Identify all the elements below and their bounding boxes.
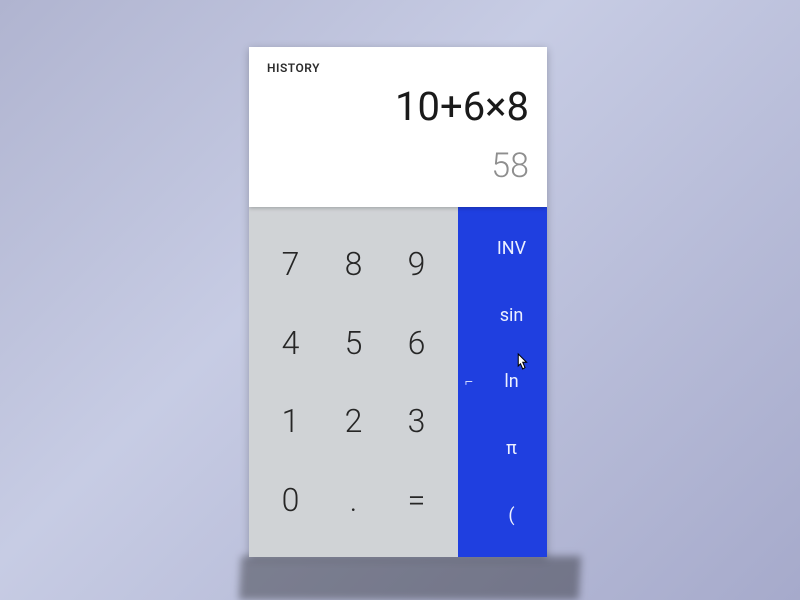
sci-left-3[interactable] <box>458 415 480 482</box>
key-1[interactable]: 1 <box>259 382 322 461</box>
key-5[interactable]: 5 <box>322 304 385 383</box>
result-readout: 58 <box>267 149 529 183</box>
key-0[interactable]: 0 <box>259 461 322 540</box>
display-panel: HISTORY 10+6×8 58 <box>249 47 547 207</box>
key-2[interactable]: 2 <box>322 382 385 461</box>
key-9[interactable]: 9 <box>385 225 448 304</box>
key-inv[interactable]: INV <box>480 215 543 282</box>
scientific-panel: INV sin ⌐ ln π ( <box>458 207 547 557</box>
history-button[interactable]: HISTORY <box>267 61 529 75</box>
sci-left-1[interactable] <box>458 282 480 349</box>
key-7[interactable]: 7 <box>259 225 322 304</box>
phone-shadow <box>239 556 581 600</box>
key-3[interactable]: 3 <box>385 382 448 461</box>
key-sin[interactable]: sin <box>480 282 543 349</box>
sci-left-4[interactable] <box>458 482 480 549</box>
key-equals[interactable]: = <box>385 461 448 540</box>
key-6[interactable]: 6 <box>385 304 448 383</box>
key-ln[interactable]: ln <box>480 349 543 416</box>
key-decimal[interactable]: . <box>322 461 385 540</box>
panel-drag-handle[interactable]: ⌐ <box>458 349 480 416</box>
calculator-app: HISTORY 10+6×8 58 7 8 9 4 5 6 1 2 3 0 . … <box>249 47 547 557</box>
key-pi[interactable]: π <box>480 415 543 482</box>
sci-left-0[interactable] <box>458 215 480 282</box>
key-8[interactable]: 8 <box>322 225 385 304</box>
key-4[interactable]: 4 <box>259 304 322 383</box>
expression-readout[interactable]: 10+6×8 <box>267 87 529 127</box>
number-pad: 7 8 9 4 5 6 1 2 3 0 . = <box>249 207 458 557</box>
key-left-paren[interactable]: ( <box>480 482 543 549</box>
keypad-area: 7 8 9 4 5 6 1 2 3 0 . = INV sin ⌐ ln π ( <box>249 207 547 557</box>
